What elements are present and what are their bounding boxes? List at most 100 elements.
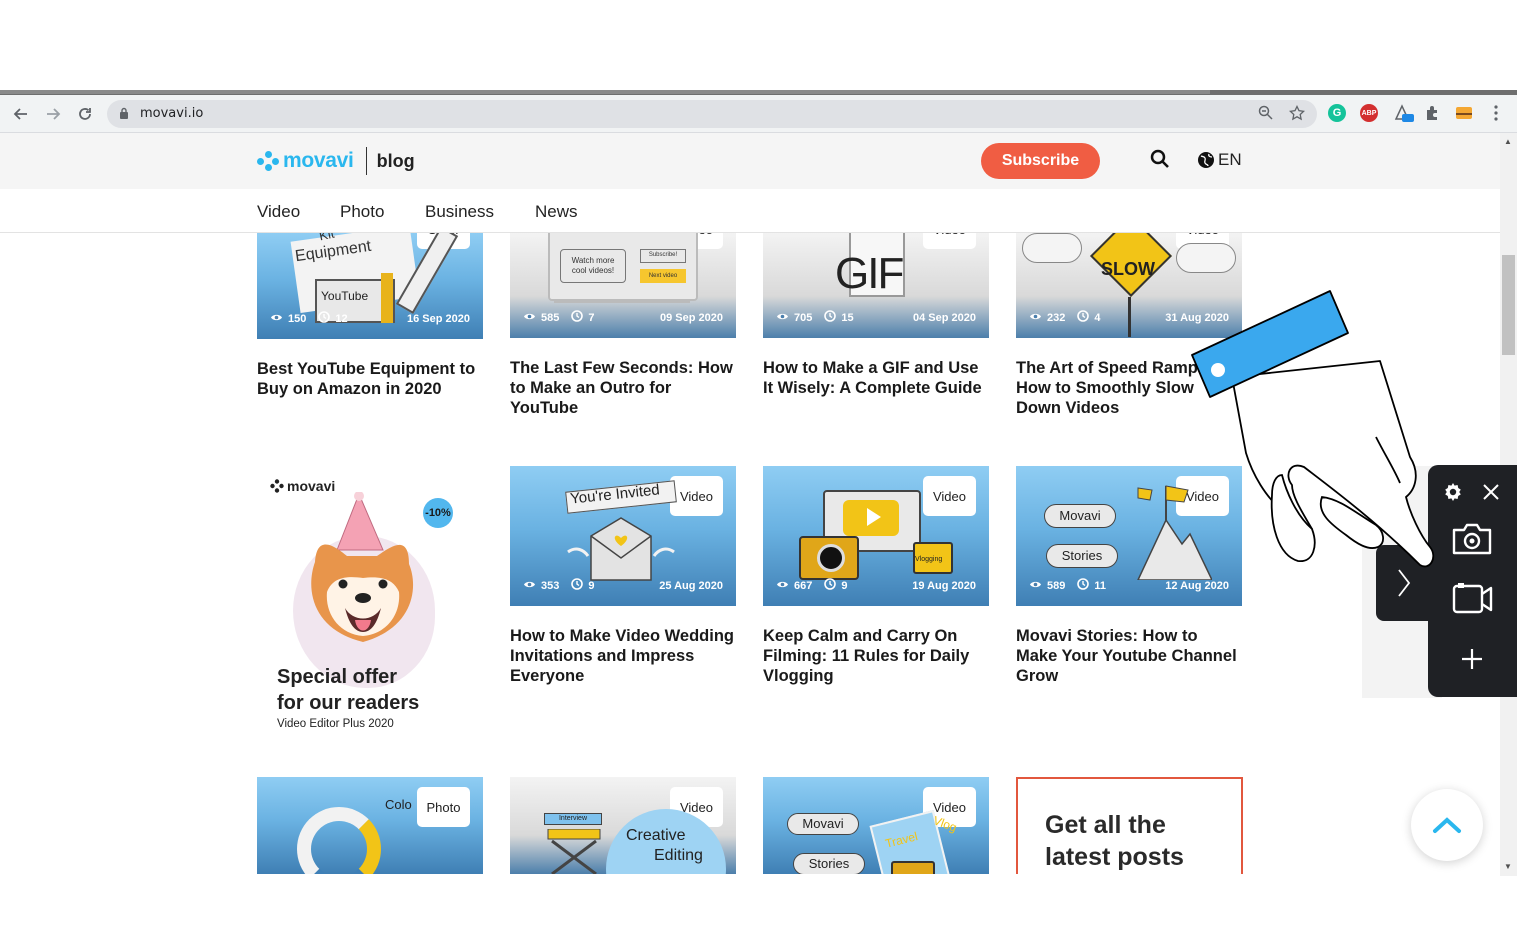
article-card[interactable]: Video SLOW 232 4 31 Aug 2020 The Art of … bbox=[1016, 233, 1242, 418]
article-title[interactable]: The Art of Speed Ramping: How to Smoothl… bbox=[1016, 358, 1242, 418]
close-icon[interactable] bbox=[1480, 481, 1502, 503]
address-bar[interactable]: movavi.io bbox=[107, 100, 1317, 128]
nav-item-photo[interactable]: Photo bbox=[340, 202, 384, 222]
article-date: 25 Aug 2020 bbox=[659, 579, 723, 592]
scroll-to-top-button[interactable] bbox=[1411, 789, 1483, 861]
category-badge[interactable]: Video bbox=[670, 476, 723, 516]
movavi-logo[interactable]: movavi blog bbox=[257, 147, 415, 175]
article-thumbnail[interactable]: Video SLOW 232 4 31 Aug 2020 bbox=[1016, 233, 1242, 338]
screen: movavi.io G ABP movavi blog Subscribe EN… bbox=[0, 0, 1517, 938]
newsletter-box[interactable]: Get all the latest posts bbox=[1016, 777, 1243, 874]
star-icon[interactable] bbox=[1288, 104, 1306, 125]
article-title[interactable]: Movavi Stories: How to Make Your Youtube… bbox=[1016, 626, 1242, 686]
nav-item-news[interactable]: News bbox=[535, 202, 578, 222]
article-title[interactable]: The Last Few Seconds: How to Make an Out… bbox=[510, 358, 736, 418]
language-selector[interactable]: EN bbox=[1197, 150, 1242, 170]
article-title[interactable]: How to Make Video Wedding Invitations an… bbox=[510, 626, 736, 686]
article-card[interactable]: Video Watch more cool videos! Subscribe!… bbox=[510, 233, 736, 418]
article-card[interactable]: Video Movavi Stories 589 11 12 Aug 2020 … bbox=[1016, 466, 1242, 686]
article-thumbnail[interactable]: Video Watch more cool videos! Subscribe!… bbox=[510, 233, 736, 338]
lock-icon bbox=[120, 107, 128, 119]
article-card[interactable]: Video Movavi Stories Travel Vlog bbox=[763, 777, 989, 874]
zoom-icon[interactable] bbox=[1258, 105, 1273, 124]
chevron-up-icon bbox=[1433, 817, 1461, 833]
article-date: 16 Sep 2020 bbox=[407, 312, 470, 325]
search-icon[interactable] bbox=[1150, 149, 1172, 171]
category-badge[interactable]: Video bbox=[923, 233, 976, 249]
article-title[interactable]: How to Make a GIF and Use It Wisely: A C… bbox=[763, 358, 989, 398]
article-date: 31 Aug 2020 bbox=[1165, 311, 1229, 324]
logo-divider bbox=[365, 147, 367, 175]
article-date: 09 Sep 2020 bbox=[660, 311, 723, 324]
article-meta: 353 9 25 Aug 2020 bbox=[523, 578, 723, 593]
category-nav: Video Photo Business News bbox=[0, 189, 1500, 233]
article-thumbnail[interactable]: Other Kit Equipment YouTube 150 12 16 Se… bbox=[257, 233, 483, 339]
article-card[interactable]: Video You're Invited 353 9 25 Aug 2020 H… bbox=[510, 466, 736, 686]
article-card[interactable]: Video Vlogging 667 9 19 Aug 2020 Keep Ca… bbox=[763, 466, 989, 686]
section-name: blog bbox=[376, 150, 415, 171]
clock-icon bbox=[571, 310, 584, 325]
logo-name: movavi bbox=[283, 149, 354, 172]
browser-toolbar: movavi.io G ABP bbox=[0, 95, 1517, 133]
off-extension-icon[interactable] bbox=[1393, 104, 1415, 122]
article-meta: 667 9 19 Aug 2020 bbox=[776, 578, 976, 593]
camera-icon[interactable] bbox=[1450, 521, 1494, 557]
article-grid: Other Kit Equipment YouTube 150 12 16 Se… bbox=[0, 233, 1500, 874]
article-card[interactable]: Photo Colo bbox=[257, 777, 483, 874]
category-badge[interactable]: Photo bbox=[417, 787, 470, 827]
promo-title: Special offer for our readers bbox=[277, 666, 420, 714]
article-thumbnail[interactable]: Video Vlogging 667 9 19 Aug 2020 bbox=[763, 466, 989, 606]
scrollbar-thumb[interactable] bbox=[1502, 255, 1515, 355]
clock-icon bbox=[1077, 578, 1090, 593]
eye-icon bbox=[523, 580, 536, 592]
article-thumbnail[interactable]: Video You're Invited 353 9 25 Aug 2020 bbox=[510, 466, 736, 606]
nav-item-business[interactable]: Business bbox=[425, 202, 494, 222]
article-title[interactable]: Keep Calm and Carry On Filming: 11 Rules… bbox=[763, 626, 989, 686]
profile-avatar[interactable] bbox=[1455, 104, 1473, 122]
article-meta: 585 7 09 Sep 2020 bbox=[523, 310, 723, 325]
article-card[interactable]: Video GIF 705 15 04 Sep 2020 How to Make… bbox=[763, 233, 989, 398]
forward-arrow-icon[interactable] bbox=[40, 101, 66, 127]
menu-dots-icon[interactable] bbox=[1487, 104, 1505, 122]
eye-icon bbox=[1029, 580, 1042, 592]
adblock-extension-icon[interactable]: ABP bbox=[1360, 104, 1378, 122]
category-badge[interactable]: Video bbox=[923, 476, 976, 516]
article-date: 19 Aug 2020 bbox=[912, 579, 976, 592]
newsletter-title: Get all the latest posts bbox=[1045, 811, 1184, 871]
article-title[interactable]: Best YouTube Equipment to Buy on Amazon … bbox=[257, 359, 483, 399]
article-date: 04 Sep 2020 bbox=[913, 311, 976, 324]
plus-icon[interactable] bbox=[1458, 645, 1486, 673]
extensions-puzzle-icon[interactable] bbox=[1423, 104, 1441, 122]
article-thumbnail[interactable]: Video Interview Creative Editing bbox=[510, 777, 736, 874]
tool-panel-toggle[interactable] bbox=[1376, 545, 1432, 621]
active-tab[interactable] bbox=[0, 90, 1210, 94]
reload-icon[interactable] bbox=[72, 101, 98, 127]
article-thumbnail[interactable]: Video GIF 705 15 04 Sep 2020 bbox=[763, 233, 989, 338]
promo-banner[interactable]: movavi -10% Special offer for our readers… bbox=[257, 466, 483, 746]
video-camera-icon[interactable] bbox=[1450, 581, 1494, 615]
clock-icon bbox=[1077, 310, 1090, 325]
back-arrow-icon[interactable] bbox=[8, 101, 34, 127]
grammarly-extension-icon[interactable]: G bbox=[1328, 104, 1346, 122]
movavi-logo-icon bbox=[257, 150, 279, 172]
nav-item-video[interactable]: Video bbox=[257, 202, 300, 222]
article-thumbnail[interactable]: Photo Colo bbox=[257, 777, 483, 874]
clock-icon bbox=[318, 311, 331, 326]
article-card[interactable]: Video Interview Creative Editing bbox=[510, 777, 736, 874]
eye-icon bbox=[523, 312, 536, 324]
article-card[interactable]: Other Kit Equipment YouTube 150 12 16 Se… bbox=[257, 233, 483, 399]
article-meta: 705 15 04 Sep 2020 bbox=[776, 310, 976, 325]
promo-subtitle: Video Editor Plus 2020 bbox=[277, 718, 394, 730]
article-date: 12 Aug 2020 bbox=[1165, 579, 1229, 592]
language-label: EN bbox=[1218, 150, 1242, 169]
eye-icon bbox=[1029, 312, 1042, 324]
scroll-down-arrow-icon[interactable]: ▼ bbox=[1504, 862, 1512, 871]
article-meta: 589 11 12 Aug 2020 bbox=[1029, 578, 1229, 593]
scroll-up-arrow-icon[interactable]: ▲ bbox=[1504, 137, 1512, 146]
article-thumbnail[interactable]: Video Movavi Stories Travel Vlog bbox=[763, 777, 989, 874]
chevron-right-icon bbox=[1398, 569, 1411, 597]
article-thumbnail[interactable]: Video Movavi Stories 589 11 12 Aug 2020 bbox=[1016, 466, 1242, 606]
gear-icon[interactable] bbox=[1442, 481, 1464, 503]
eye-icon bbox=[776, 312, 789, 324]
subscribe-button[interactable]: Subscribe bbox=[981, 143, 1100, 179]
